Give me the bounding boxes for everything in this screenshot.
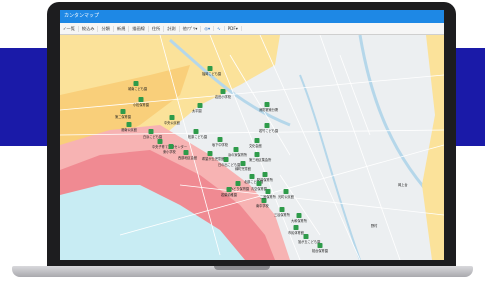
facility-label: 浜の家保育所 [228,152,248,157]
facility-label: 福岡こども園 [202,71,221,76]
school-icon [138,97,144,102]
list-label: 一覧 [66,25,75,31]
app-titlebar: カンタンマップ [60,10,444,23]
school-icon [240,161,246,166]
school-icon [126,122,132,127]
school-icon [303,234,309,239]
laptop-notch [214,266,270,270]
school-icon [262,172,268,177]
facility-label: 大和保育所 [291,218,308,223]
school-icon [279,207,285,212]
facility-label: 南中学校 [256,203,270,208]
draw-line-button[interactable]: 描画線 [129,25,149,32]
facility-label: 東小学校 [163,149,177,154]
facility-label: 白浜こども園 [143,134,162,139]
facility-label: 城南こども園 [128,86,147,91]
address-button[interactable]: 住所 [149,25,165,32]
facility-label: 第二保育園 [115,114,131,119]
school-icon [254,152,260,157]
facility-label: 中央公民館 [164,120,180,125]
school-icon [233,147,239,152]
school-icon [283,189,289,194]
chevron-down-icon: ▾ [235,26,238,31]
filter-button[interactable]: 絞込み [79,25,99,32]
other-apps-label: 他ｱﾌﾟﾘ [182,25,196,31]
laptop-screen: カンタンマップ ✓一覧 絞込み 分類 新規 描画線 住所 計測 他ｱﾌﾟﾘ▾ ◎… [60,10,444,260]
target-icon[interactable]: ◎▾ [201,26,215,31]
facility-label: 坂下中学校 [212,142,229,147]
facility-label: 三谷保育所 [274,212,291,217]
new-button[interactable]: 新規 [114,25,130,32]
school-icon [317,243,323,248]
hazard-map[interactable]: 岡上台 野村 福岡こども園岩田小学校太平園 消防署東分署若竹こども園 城南こども園小… [60,35,444,260]
facility-label: 若竹こども園 [259,128,278,133]
facility-label: 太平園 [192,108,202,113]
school-icon [256,181,262,186]
facility-label: 市民体育館 [288,230,304,235]
school-icon [207,66,213,71]
place-label: 岡上台 [398,182,408,187]
facility-label: みどり保育園 [230,186,249,191]
school-icon [265,189,271,194]
facility-label: 希望が丘児童館 [202,156,224,161]
app-title: カンタンマップ [64,13,100,19]
facility-label: 旭が丘こども園 [298,239,320,244]
map-toolbar: ✓一覧 絞込み 分類 新規 描画線 住所 計測 他ｱﾌﾟﾘ▾ ◎▾ ∿ PDF▾ [60,23,444,35]
facility-label: 文化会館 [249,143,262,148]
facility-label: 第三地区集会所 [249,157,272,162]
school-icon [220,89,226,94]
school-icon [264,123,270,128]
school-icon [293,225,299,230]
school-icon [183,150,189,155]
pdf-button[interactable]: PDF▾ [225,26,242,31]
school-icon [264,102,270,107]
facility-label: 二宮保育所 [260,194,277,199]
facility-label: 青空保育園 [251,186,267,191]
chevron-down-icon: ▾ [195,25,198,31]
school-icon [217,137,223,142]
school-icon [254,138,260,143]
school-icon [157,139,163,144]
facility-label: 西部地区会館 [178,155,197,160]
school-icon [197,103,203,108]
school-icon [148,129,154,134]
facility-label: 光町公民館 [278,194,294,199]
pdf-label: PDF [227,26,236,31]
school-icon [193,129,199,134]
place-label: 野村 [371,223,378,228]
chevron-down-icon: ▾ [207,26,211,31]
school-icon [169,115,175,120]
category-button[interactable]: 分類 [98,25,114,32]
facility-label: 松原こども園 [188,134,207,139]
facility-label: 消防署東分署 [259,107,279,112]
wave-icon[interactable]: ∿ [214,26,225,31]
other-apps-button[interactable]: 他ｱﾌﾟﾘ▾ [180,25,202,32]
facility-label: 桜台保育園 [312,248,328,253]
school-icon [120,109,126,114]
school-icon [168,144,174,149]
school-icon [133,81,139,86]
facility-label: 港南公民館 [121,127,137,132]
facility-label: 若葉幼稚園 [221,192,237,197]
school-icon [296,213,302,218]
facility-label: 岩田小学校 [215,94,232,99]
facility-label: 緑町児童館 [235,166,251,171]
school-icon [207,151,213,156]
school-icon [249,174,255,179]
school-icon [235,181,241,186]
facility-label: 小松保育園 [133,102,149,107]
school-icon [226,187,232,192]
list-button[interactable]: ✓一覧 [60,25,79,32]
measure-button[interactable]: 計測 [164,25,180,32]
